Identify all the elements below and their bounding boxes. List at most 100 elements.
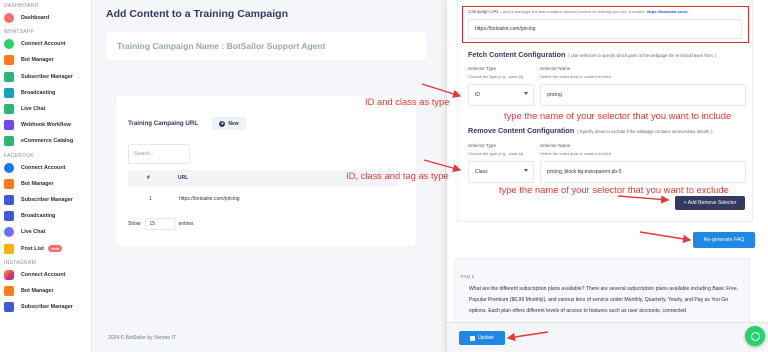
chat-icon <box>4 104 14 115</box>
section-label-dashboard: DASHBOARD <box>4 3 39 9</box>
bot-icon <box>4 178 14 189</box>
sidebar-item-fb-connect[interactable]: Connect Account <box>0 160 91 176</box>
search-input[interactable]: Search... <box>128 144 190 164</box>
sidebar-item-wa-subscriber[interactable]: Subscriber Manager <box>0 69 91 85</box>
new-button[interactable]: + New <box>212 117 246 130</box>
fetch-selector-type-value: ID <box>475 92 480 98</box>
sidebar-item-fb-postlist[interactable]: Post List New <box>0 240 91 256</box>
fetch-selector-type-hint: Choose the type (e.g., class,id). <box>468 74 525 79</box>
sidebar-item-wa-bot[interactable]: Bot Manager <box>0 52 91 68</box>
remove-selector-type-label: Selector Type <box>468 143 497 148</box>
whatsapp-icon <box>750 331 760 341</box>
broadcast-icon <box>4 211 14 222</box>
fetch-config-title: Fetch Content Configuration( Use selecto… <box>468 50 717 59</box>
annotation-exclude-hint: type the name of your selector that you … <box>499 184 729 195</box>
campaign-url-input[interactable]: https://botsailor.com/pricing <box>468 19 742 39</box>
sidebar-item-fb-broadcast[interactable]: Broadcasting <box>0 208 91 224</box>
remove-selector-name-input[interactable]: pricing_block bg-transparent pb-5 <box>540 161 746 183</box>
dashboard-icon <box>4 13 14 24</box>
subscriber-icon <box>4 194 14 205</box>
save-icon <box>469 335 475 341</box>
section-label-instagram: INSTAGRAM <box>4 259 37 266</box>
sidebar-item-label: Bot Manager <box>21 287 54 294</box>
bot-icon <box>4 285 14 296</box>
remove-selector-type-hint: Choose the type (e.g., class,id). <box>468 151 525 156</box>
add-remove-selector-button[interactable]: + Add Remove Selector <box>675 196 745 210</box>
sidebar-item-wa-webhook[interactable]: Webhook Workflow <box>0 117 91 133</box>
show-label: Show <box>128 221 141 227</box>
column-header-num[interactable]: # <box>147 175 150 181</box>
page-length-select[interactable]: 15 <box>144 218 175 230</box>
broadcast-icon <box>4 87 14 98</box>
instagram-icon <box>4 269 14 280</box>
sidebar-item-label: eCommerce Catalog <box>21 138 74 145</box>
sidebar-item-label: Subscriber Manager <box>21 304 73 311</box>
row-url: https://botsailor.com/pricing <box>179 196 240 202</box>
sidebar-item-label: Bot Manager <box>21 57 54 64</box>
chevron-down-icon <box>524 169 528 172</box>
remove-selector-name-hint: Define the exact area of content to fetc… <box>540 151 613 156</box>
sidebar-item-label: Connect Account <box>21 41 66 48</box>
sidebar-item-ig-bot[interactable]: Bot Manager <box>0 283 91 299</box>
sidebar-item-label: Subscriber Manager <box>21 73 73 80</box>
fetch-selector-name-input[interactable]: pricing <box>540 84 746 106</box>
chevron-down-icon <box>524 92 528 95</box>
remove-selector-type-select[interactable]: Class <box>468 161 534 183</box>
update-button[interactable]: Update <box>459 331 505 345</box>
content-panel: Fetch Content Configuration( Use selecto… <box>446 0 768 352</box>
footer: 2024 © BotSailor by Xerone IT <box>108 335 176 341</box>
sidebar-item-fb-livechat[interactable]: Live Chat <box>0 224 91 240</box>
sidebar-item-label: Live Chat <box>21 229 46 236</box>
sidebar-item-dashboard[interactable]: Dashboard <box>0 10 91 26</box>
page-title: Add Content to a Training Campaign <box>106 8 288 20</box>
campaign-url-label: Campaign URL <box>468 9 500 14</box>
sidebar-item-fb-subscriber[interactable]: Subscriber Manager <box>0 192 91 208</box>
sidebar-item-label: Connect Account <box>21 271 66 278</box>
messenger-icon <box>4 227 14 238</box>
new-badge: New <box>47 245 62 253</box>
sidebar-item-label: Connect Account <box>21 164 66 171</box>
faq-label: FAQ 1 <box>461 274 475 279</box>
post-list-icon <box>4 243 14 254</box>
campaign-url-example-link[interactable]: https://botsailor.com/ <box>647 9 687 14</box>
facebook-icon <box>4 162 14 173</box>
table-row: 1 https://botsailor.com/pricing <box>128 192 398 206</box>
sidebar-item-wa-connect[interactable]: Connect Account <box>0 36 91 52</box>
regenerate-faq-button[interactable]: Re-generate FAQ <box>693 232 755 248</box>
table-title: Training Campaing URL <box>128 120 199 127</box>
sidebar-item-label: Broadcasting <box>21 213 56 220</box>
sidebar: DASHBOARD Dashboard WHATSAPP Connect Acc… <box>0 0 92 352</box>
section-label-whatsapp: WHATSAPP <box>4 29 35 36</box>
sidebar-item-fb-bot[interactable]: Bot Manager <box>0 176 91 192</box>
new-button-label: New <box>228 120 239 127</box>
whatsapp-chat-button[interactable] <box>745 326 765 346</box>
page-length: Show 15 entries <box>128 218 194 230</box>
sidebar-item-ig-subscriber[interactable]: Subscriber Manager <box>0 299 91 315</box>
section-label-facebook: FACEBOOK <box>4 152 34 159</box>
faq-textarea[interactable]: FAQ 1 What are the different subscriptio… <box>454 258 750 324</box>
remove-selector-name-label: Selector Name <box>540 143 571 148</box>
subscriber-icon <box>4 302 14 313</box>
remove-config-hint: ( Specify areas to exclude if the webpag… <box>577 129 713 134</box>
remove-config-title: Remove Content Configuration( Specify ar… <box>468 126 713 135</box>
campaign-name: Training Campaign Name : BotSailor Suppo… <box>117 41 326 51</box>
sidebar-item-wa-livechat[interactable]: Live Chat <box>0 101 91 117</box>
bot-icon <box>4 55 14 66</box>
subscriber-icon <box>4 71 14 82</box>
sidebar-item-label: Webhook Workflow <box>21 122 71 129</box>
remove-selector-type-value: Class <box>475 169 488 175</box>
sidebar-item-wa-broadcast[interactable]: Broadcasting <box>0 85 91 101</box>
campaign-url-highlight: Campaign URL ( Add a webpage link that c… <box>462 6 749 43</box>
update-bar: Update <box>447 322 768 352</box>
fetch-selector-type-label: Selector Type <box>468 66 497 71</box>
column-header-url[interactable]: URL <box>178 175 188 181</box>
fetch-selector-type-select[interactable]: ID <box>468 84 534 106</box>
sidebar-item-label: Live Chat <box>21 106 46 113</box>
row-num: 1 <box>149 196 152 202</box>
annotation-include-hint: type the name of your selector that you … <box>504 110 732 121</box>
sidebar-item-wa-catalog[interactable]: eCommerce Catalog <box>0 133 91 149</box>
sidebar-item-ig-connect[interactable]: Connect Account <box>0 267 91 283</box>
campaign-name-card: Training Campaign Name : BotSailor Suppo… <box>106 32 426 60</box>
campaign-url-hint: ( Add a webpage link that contains relev… <box>500 9 647 14</box>
campaign-url-hint-end: ) <box>687 9 689 14</box>
